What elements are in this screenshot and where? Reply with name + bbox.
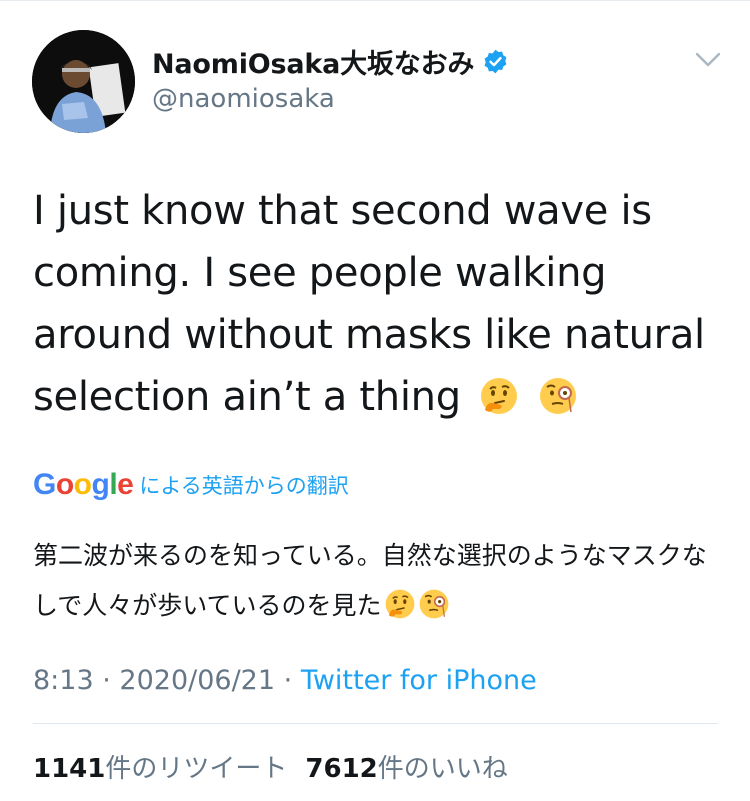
retweet-label: 件のリツイート xyxy=(105,754,288,784)
like-count: 7612 xyxy=(305,754,378,784)
avatar[interactable] xyxy=(32,30,135,133)
tweet-text: I just know that second wave is coming. … xyxy=(33,180,723,428)
tweet-time[interactable]: 8:13 xyxy=(33,665,94,696)
user-name-row: NaomiOsaka大坂なおみ xyxy=(152,42,509,81)
meta-separator: · xyxy=(102,665,111,696)
translate-link[interactable]: Google による英語からの翻訳 xyxy=(33,468,349,502)
tweet-source-link[interactable]: Twitter for iPhone xyxy=(301,665,537,696)
user-handle[interactable]: @naomiosaka xyxy=(152,84,335,114)
translation-label[interactable]: による英語からの翻訳 xyxy=(139,470,348,500)
meta-separator: · xyxy=(283,665,293,696)
tweet-date[interactable]: 2020/06/21 xyxy=(119,665,275,696)
thinking-face-emoji xyxy=(384,587,416,619)
google-logo: Google xyxy=(33,468,134,501)
translated-body: 第二波が来るのを知っている。自然な選択のようなマスクなしで人々が歩いているのを見… xyxy=(33,541,707,620)
top-divider xyxy=(0,0,750,1)
retweet-stat[interactable]: 1141件のリツイート xyxy=(33,748,287,785)
like-label: 件のいいね xyxy=(377,754,508,784)
chevron-down-icon[interactable] xyxy=(694,50,722,70)
retweet-count: 1141 xyxy=(33,754,106,784)
stats-divider xyxy=(33,723,718,724)
translated-text: 第二波が来るのを知っている。自然な選択のようなマスクなしで人々が歩いているのを見… xyxy=(33,531,723,631)
thinking-face-emoji xyxy=(479,372,519,414)
like-stat[interactable]: 7612件のいいね xyxy=(305,748,507,785)
display-name[interactable]: NaomiOsaka大坂なおみ xyxy=(152,42,474,81)
tweet-stats: 1141件のリツイート 7612件のいいね xyxy=(33,748,508,785)
tweet-body: I just know that second wave is coming. … xyxy=(33,188,705,420)
verified-badge-icon xyxy=(482,48,509,75)
avatar-image xyxy=(32,30,135,133)
face-with-monocle-emoji xyxy=(538,372,578,414)
face-with-monocle-emoji xyxy=(418,587,450,619)
stats-gap xyxy=(287,748,305,785)
tweet-meta: 8:13 · 2020/06/21 · Twitter for iPhone xyxy=(33,665,537,696)
